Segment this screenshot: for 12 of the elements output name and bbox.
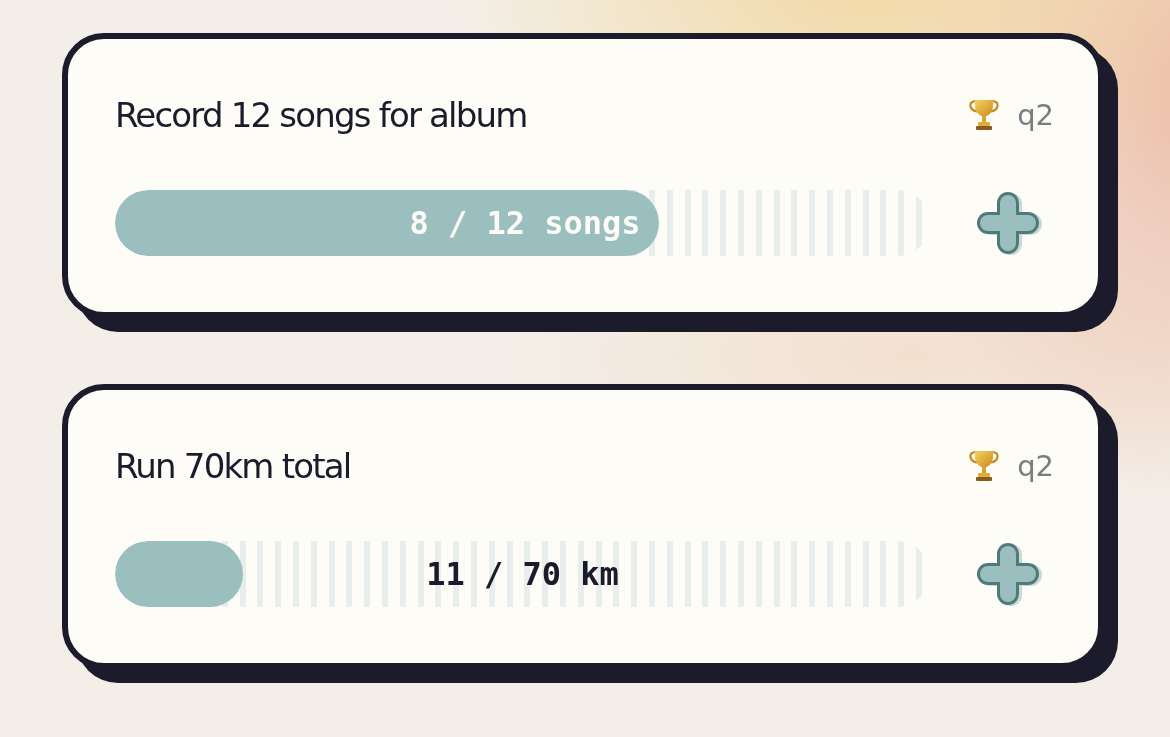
quarter-tag: q2 bbox=[1017, 97, 1054, 133]
progress-label: 8 / 12 songs bbox=[409, 203, 641, 243]
add-button[interactable] bbox=[975, 190, 1043, 256]
goal-title: Record 12 songs for album bbox=[115, 94, 527, 137]
plus-icon bbox=[975, 541, 1043, 607]
quarter-tag: q2 bbox=[1017, 448, 1054, 484]
goal-title: Run 70km total bbox=[115, 445, 351, 488]
trophy-icon bbox=[969, 450, 1000, 482]
progress-label: 11 / 70 km bbox=[426, 554, 619, 594]
plus-icon bbox=[975, 190, 1043, 256]
trophy-icon bbox=[969, 99, 1000, 131]
add-button[interactable] bbox=[975, 541, 1043, 607]
